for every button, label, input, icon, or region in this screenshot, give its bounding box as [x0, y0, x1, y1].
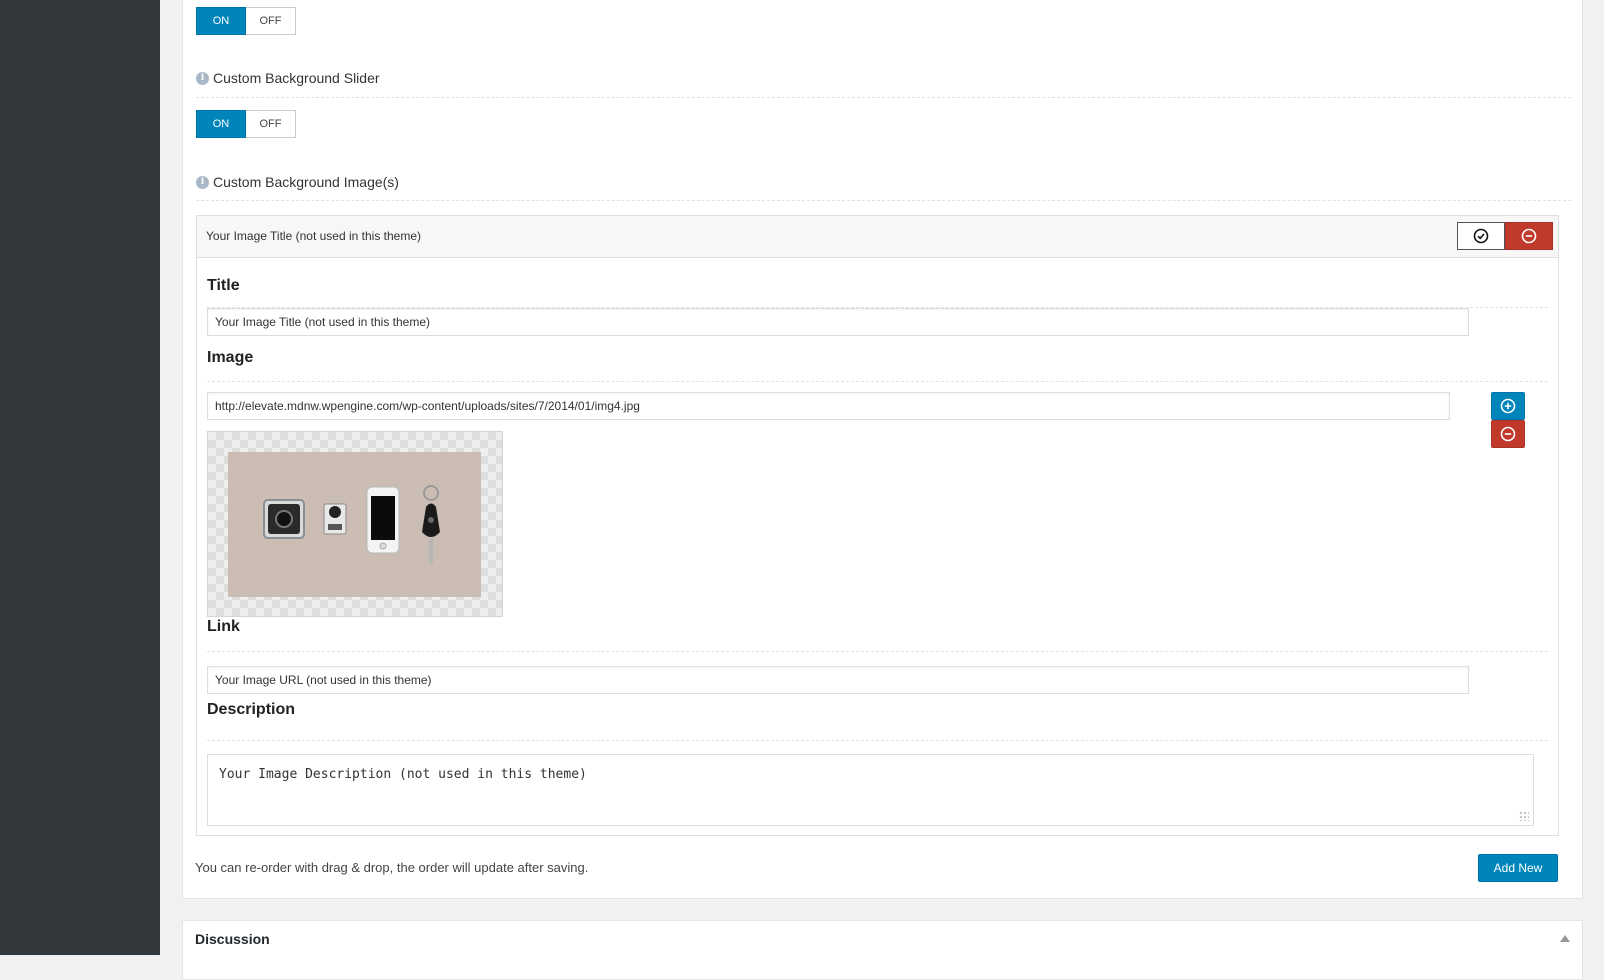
slide-panel: Your Image Title (not used in this theme…: [196, 215, 1559, 836]
title-label: Title: [207, 277, 240, 294]
info-icon[interactable]: i: [196, 175, 209, 189]
slider-toggle: ON OFF: [196, 110, 298, 138]
divider: [207, 381, 1548, 382]
link-input[interactable]: Your Image URL (not used in this theme): [207, 666, 1469, 694]
slide-header-title: Your Image Title (not used in this theme…: [206, 229, 422, 243]
images-field-label-text: Custom Background Image(s): [213, 174, 399, 190]
discussion-title[interactable]: Discussion: [195, 931, 270, 947]
preview-photo: [228, 452, 481, 597]
discussion-metabox: Discussion: [182, 920, 1583, 980]
slider-field-label-text: Custom Background Slider: [213, 70, 380, 86]
divider: [196, 200, 1571, 201]
image-label: Image: [207, 349, 254, 366]
title-input[interactable]: Your Image Title (not used in this theme…: [207, 308, 1469, 336]
images-field-label: i Custom Background Image(s): [196, 174, 399, 190]
description-text: Your Image Description (not used in this…: [219, 767, 587, 782]
toggle-top: ON OFF: [196, 7, 298, 35]
minus-circle-icon: [1521, 228, 1537, 244]
reorder-hint: You can re-order with drag & drop, the o…: [195, 860, 589, 875]
divider: [207, 740, 1548, 741]
slider-field-label: i Custom Background Slider: [196, 70, 380, 86]
toggle-top-on[interactable]: ON: [196, 7, 246, 35]
divider: [207, 651, 1548, 652]
remove-image-button[interactable]: [1491, 420, 1525, 448]
upload-image-button[interactable]: [1491, 392, 1525, 420]
slide-header[interactable]: Your Image Title (not used in this theme…: [197, 216, 1558, 258]
link-label: Link: [207, 618, 240, 635]
info-icon[interactable]: i: [196, 71, 209, 85]
image-url-input[interactable]: http://elevate.mdnw.wpengine.com/wp-cont…: [207, 392, 1450, 420]
slider-toggle-on[interactable]: ON: [196, 110, 246, 138]
plus-circle-icon: [1500, 398, 1516, 414]
description-label: Description: [207, 701, 296, 718]
description-textarea[interactable]: Your Image Description (not used in this…: [207, 754, 1534, 826]
gadgets-image: [228, 452, 481, 597]
image-preview: [207, 431, 503, 617]
check-circle-icon: [1473, 228, 1489, 244]
confirm-button[interactable]: [1457, 222, 1505, 250]
resize-grip-icon[interactable]: [1519, 811, 1529, 821]
minus-circle-icon: [1500, 426, 1516, 442]
collapse-arrow-icon[interactable]: [1560, 935, 1570, 942]
remove-slide-button[interactable]: [1505, 222, 1553, 250]
toggle-top-off[interactable]: OFF: [246, 7, 296, 35]
add-new-button[interactable]: Add New: [1478, 854, 1558, 882]
admin-sidebar: [0, 0, 160, 955]
slider-toggle-off[interactable]: OFF: [246, 110, 296, 138]
slide-header-actions: [1457, 222, 1553, 250]
divider: [196, 97, 1571, 98]
